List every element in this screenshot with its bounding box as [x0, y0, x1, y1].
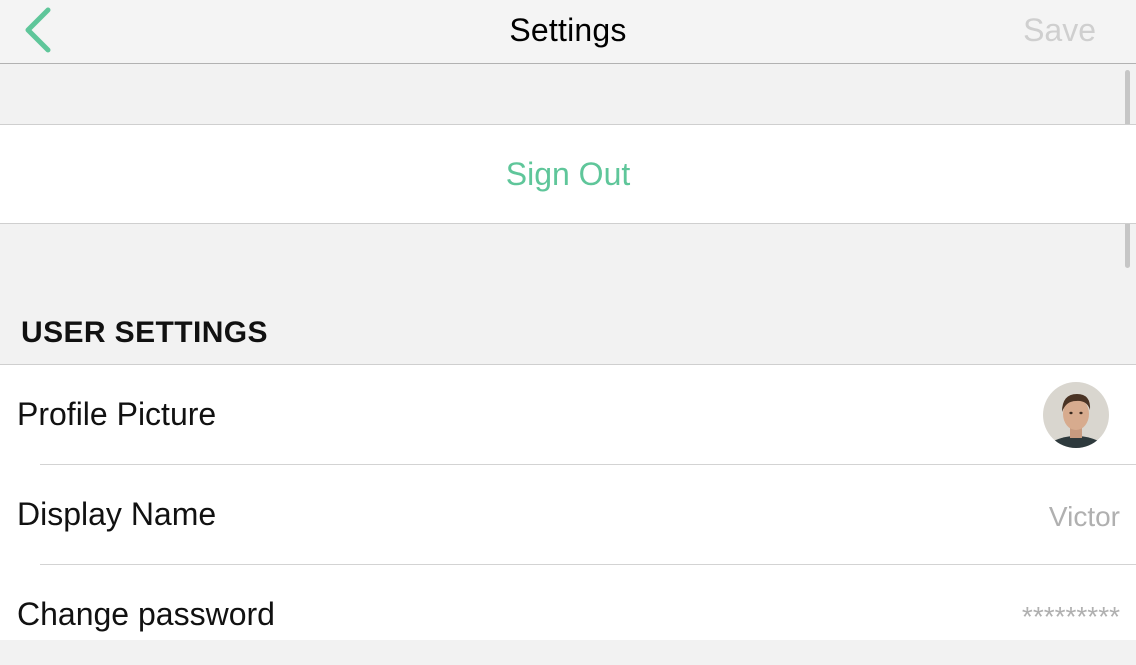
password-mask-value: ********* — [1021, 601, 1120, 632]
navigation-bar: Settings Save — [0, 0, 1136, 64]
sign-out-label: Sign Out — [505, 156, 631, 192]
row-label: Profile Picture — [17, 396, 217, 432]
save-button[interactable]: Save — [1023, 12, 1096, 49]
page-title: Settings — [509, 12, 627, 48]
profile-photo-icon — [1043, 382, 1109, 448]
avatar[interactable] — [1043, 382, 1109, 448]
display-name-row[interactable]: Display Name Victor — [0, 465, 1136, 565]
row-label: Display Name — [17, 496, 217, 532]
section-header-user-settings: USER SETTINGS — [21, 316, 268, 349]
row-label: Change password — [17, 596, 275, 632]
profile-picture-row[interactable]: Profile Picture — [0, 365, 1136, 465]
sign-out-button[interactable]: Sign Out — [0, 124, 1136, 224]
display-name-value: Victor — [1048, 501, 1120, 532]
user-settings-list: Profile Picture Display Name Victor Chan… — [0, 364, 1136, 640]
change-password-row[interactable]: Change password ********* — [0, 565, 1136, 665]
